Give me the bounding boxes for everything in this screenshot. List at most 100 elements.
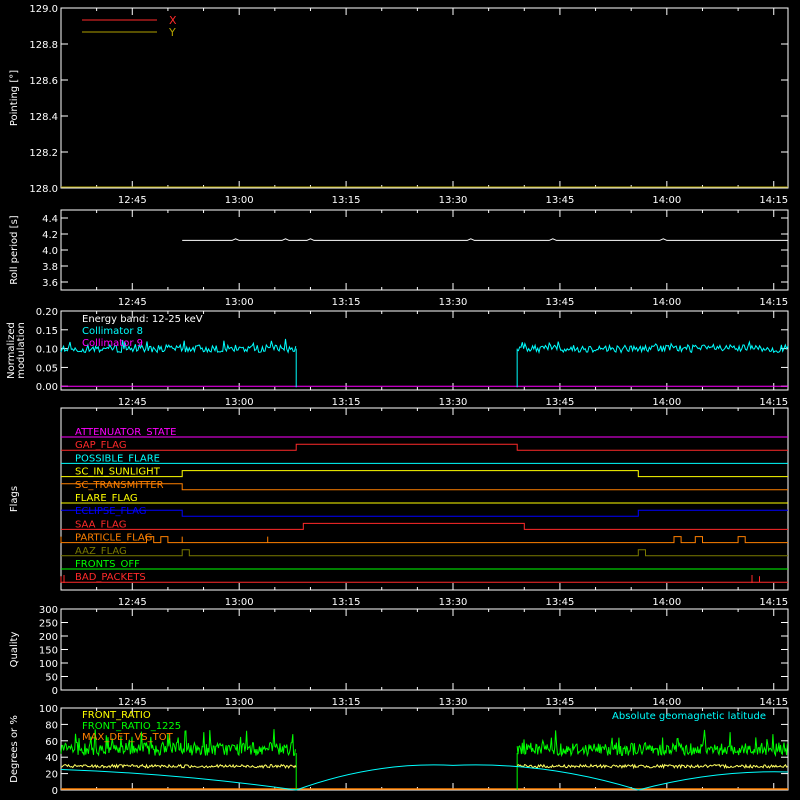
flag-line-aaz-flag: [61, 549, 788, 557]
legend-label-collimator-8: Collimator 8: [82, 326, 143, 337]
fronts-ytick-label: 40: [45, 753, 58, 764]
time-tick-label: 13:30: [439, 195, 468, 206]
modulation-ytick-label: 0.15: [36, 326, 58, 337]
time-tick-label: 13:45: [546, 697, 575, 708]
quality-ytick-label: 150: [39, 646, 58, 657]
flag-line-bad-packets: [60, 576, 788, 583]
time-tick-label: 13:00: [225, 397, 254, 408]
flag-line-sc-transmitter: [61, 483, 788, 491]
legend-label-front-ratio: FRONT_RATIO: [82, 710, 151, 721]
time-tick-label: 13:30: [439, 297, 468, 308]
time-tick-label: 14:00: [652, 195, 681, 206]
time-tick-label: 13:30: [439, 697, 468, 708]
modulation-ylabel-line2: modulation: [16, 322, 27, 379]
flag-label-flare-flag: FLARE_FLAG: [75, 493, 138, 504]
pointing-ytick-label: 128.0: [29, 184, 58, 195]
flags-ylabel: Flags: [9, 486, 20, 512]
fronts-ytick-label: 0: [52, 786, 58, 797]
quality-ytick-label: 250: [39, 619, 58, 630]
time-tick-label: 14:15: [759, 397, 788, 408]
flag-line-gap-flag: [61, 443, 788, 451]
flag-line-saa-flag: [61, 522, 788, 530]
time-tick-label: 13:30: [439, 397, 468, 408]
roll_period-frame: [60, 209, 789, 291]
time-tick-label: 12:45: [118, 697, 147, 708]
quality-ytick-label: 300: [39, 605, 58, 616]
roll_period-ytick-label: 4.2: [42, 230, 58, 241]
flag-label-sc-transmitter: SC_TRANSMITTER: [75, 480, 164, 491]
flag-line-eclipse-flag: [61, 509, 788, 517]
figure: 128.0 128.2 128.4 128.6 128.8 129.0 Pointing […: [6, 4, 789, 797]
flag-label-fronts-off: FRONTS_OFF: [75, 559, 140, 570]
time-tick-label: 13:15: [332, 195, 361, 206]
flag-label-eclipse-flag: ECLIPSE_FLAG: [75, 506, 146, 517]
legend-label-y: Y: [168, 26, 176, 39]
fronts-ytick-label: 100: [39, 704, 58, 715]
front-ratio-segment: [60, 763, 297, 769]
quality-ylabel: Quality: [9, 632, 20, 668]
flag-line-particle-flag: [60, 536, 788, 544]
collimator-8-segment: [516, 340, 789, 355]
pointing-ytick-label: 128.6: [29, 76, 58, 87]
flag-label-gap-flag: GAP_FLAG: [75, 440, 127, 451]
pointing-ylabel: Pointing [°]: [9, 70, 20, 126]
legend-label-collimator-9: Collimator 9: [82, 338, 143, 349]
time-tick-label: 13:45: [546, 597, 575, 608]
flag-label-attenuator-state: ATTENUATOR_STATE: [75, 427, 176, 438]
time-tick-label: 13:15: [332, 597, 361, 608]
fronts-ytick-label: 20: [45, 770, 58, 781]
time-tick-label: 13:15: [332, 697, 361, 708]
modulation-ytick-label: 0.05: [36, 363, 58, 374]
flag-label-particle-flag: PARTICLE_FLAG: [75, 533, 152, 544]
roll_period-ylabel: Roll period [s]: [9, 215, 20, 284]
time-tick-label: 14:00: [652, 397, 681, 408]
quality-ytick-label: 100: [39, 659, 58, 670]
time-tick-label: 14:15: [759, 297, 788, 308]
roll_period-ytick-label: 3.6: [42, 278, 58, 289]
front-ratio-1225-segment: [516, 729, 788, 758]
time-tick-label: 14:00: [652, 297, 681, 308]
flag-label-bad-packets: BAD_PACKETS: [75, 572, 146, 583]
fronts-ytick-label: 60: [45, 737, 58, 748]
time-tick-label: 14:15: [759, 195, 788, 206]
pointing-ytick-label: 129.0: [29, 4, 58, 15]
legend-label-front-ratio-1225: FRONT_RATIO_1225: [82, 721, 181, 732]
time-tick-label: 12:45: [118, 195, 147, 206]
energy-band-annotation: Energy band: 12-25 keV: [82, 314, 203, 325]
time-tick-label: 14:15: [759, 597, 788, 608]
flag-label-possible-flare: POSSIBLE_FLARE: [75, 453, 160, 464]
flag-label-saa-flag: SAA_FLAG: [75, 519, 126, 530]
time-tick-label: 13:00: [225, 597, 254, 608]
legend-label-max-det-vs-tot: MAX_DET_VS_TOT: [82, 732, 174, 743]
time-tick-label: 13:00: [225, 195, 254, 206]
quality-ytick-label: 50: [45, 673, 58, 684]
time-tick-label: 13:00: [225, 697, 254, 708]
pointing-ytick-label: 128.2: [29, 148, 58, 159]
time-tick-label: 13:00: [225, 297, 254, 308]
modulation-ytick-label: 0.20: [36, 307, 58, 318]
roll_period-ytick-label: 3.8: [42, 262, 58, 273]
quality-ytick-label: 0: [52, 686, 58, 697]
quality-frame: [60, 608, 789, 691]
roll_period-ytick-label: 4.0: [42, 246, 58, 257]
time-tick-label: 14:00: [652, 597, 681, 608]
modulation-ytick-label: 0.10: [36, 345, 58, 356]
time-tick-label: 12:45: [118, 397, 147, 408]
flag-line-sc-in-sunlight: [61, 470, 788, 478]
geomagnetic-latitude-line: [60, 764, 789, 791]
geomagnetic-latitude-label: Absolute geomagnetic latitude: [612, 711, 766, 722]
time-tick-label: 13:15: [332, 397, 361, 408]
roll-period-line: [182, 238, 788, 241]
time-tick-label: 14:00: [652, 697, 681, 708]
front-ratio-segment: [516, 763, 788, 770]
time-tick-label: 12:45: [118, 597, 147, 608]
fronts-ytick-label: 80: [45, 720, 58, 731]
time-tick-label: 13:45: [546, 195, 575, 206]
time-tick-label: 13:45: [546, 397, 575, 408]
pointing-ytick-label: 128.4: [29, 112, 58, 123]
quality-ytick-label: 200: [39, 632, 58, 643]
time-tick-label: 13:30: [439, 597, 468, 608]
modulation-ytick-label: 0.00: [36, 382, 58, 393]
time-tick-label: 13:45: [546, 297, 575, 308]
flag-label-sc-in-sunlight: SC_IN_SUNLIGHT: [75, 467, 161, 478]
